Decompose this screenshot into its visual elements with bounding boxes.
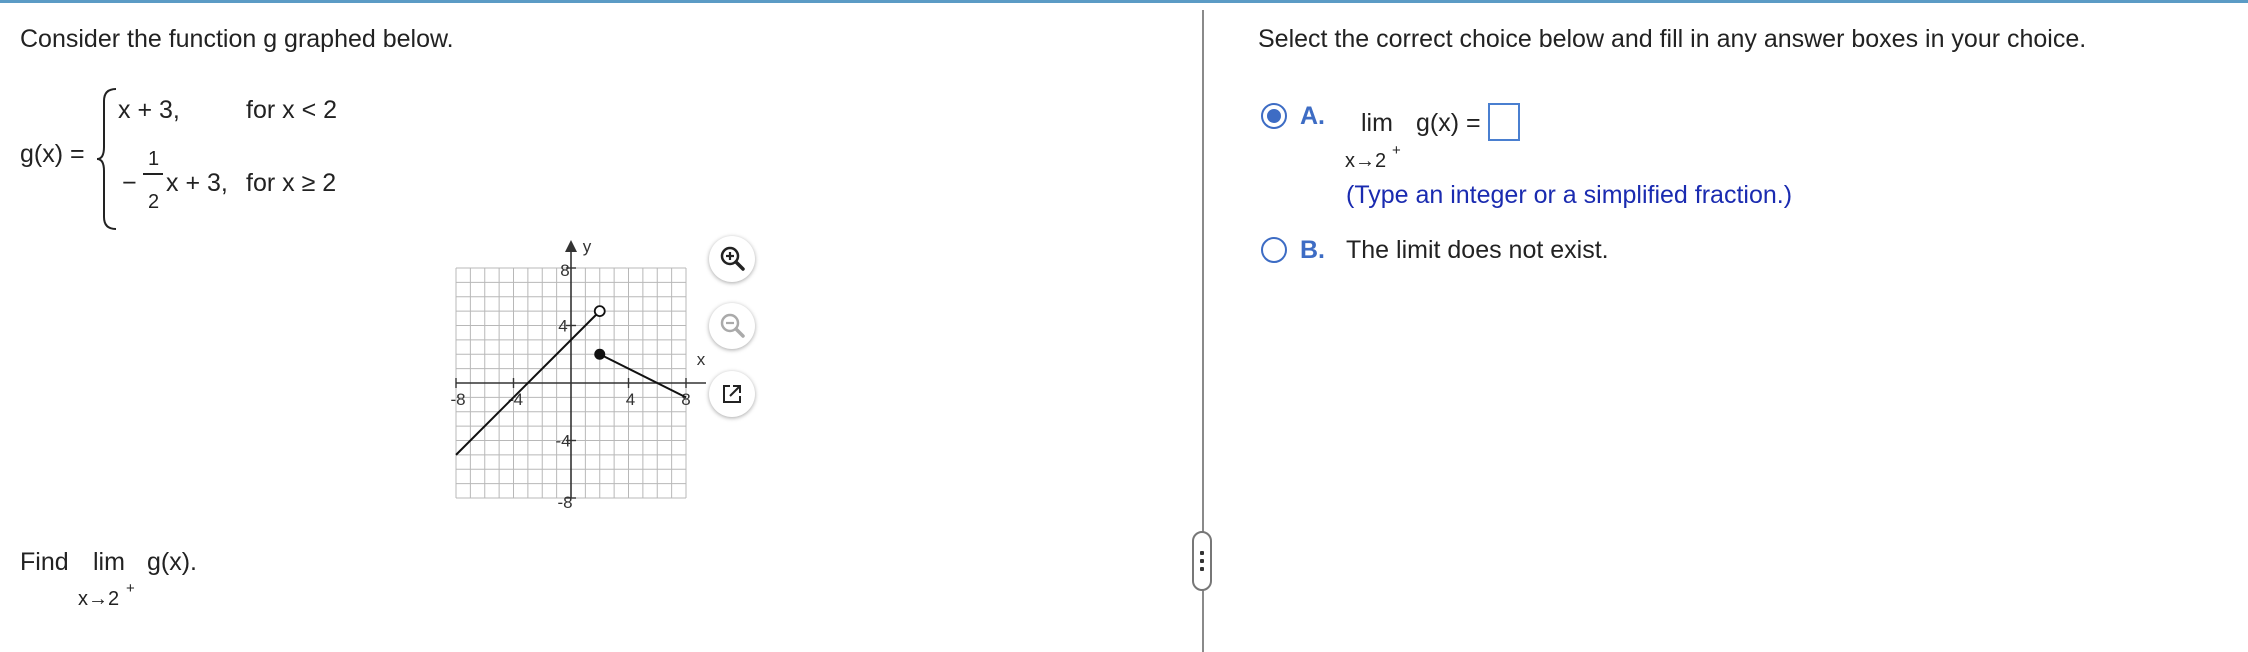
popout-icon	[723, 385, 741, 403]
y-tick-label: 8	[560, 261, 569, 280]
piece2-expression: x + 3,	[166, 169, 228, 197]
piece2-numerator: 1	[148, 148, 160, 170]
instruction-text: Select the correct choice below and fill…	[1258, 25, 2087, 53]
function-graph: -8 -4 4 884-4-8yx	[450, 237, 706, 512]
question-prompt: Consider the function g graphed below.	[20, 25, 454, 53]
piece2-minus: −	[122, 169, 137, 197]
zoom-out-button[interactable]	[709, 303, 755, 349]
piece1-condition: for x < 2	[246, 96, 338, 124]
question-panel: Consider the function g graphed below. g…	[0, 3, 1200, 652]
option-a-superscript: +	[1392, 142, 1401, 159]
piece2-denominator: 2	[148, 191, 160, 213]
x-tick-label: 8	[681, 390, 690, 409]
answer-format-hint: (Type an integer or a simplified fractio…	[1346, 181, 1793, 209]
answer-panel: Select the correct choice below and fill…	[1206, 3, 2248, 652]
x-tick-label: 4	[626, 390, 635, 409]
piece1-expression: x + 3,	[118, 96, 180, 124]
option-a-subscript: x→2	[1345, 150, 1387, 172]
y-tick-label: -4	[555, 432, 570, 451]
open-endpoint	[593, 305, 606, 318]
option-b-letter: B.	[1300, 236, 1325, 264]
piecewise-brace	[96, 88, 117, 230]
zoom-out-icon	[720, 313, 745, 338]
find-function: g(x).	[147, 548, 197, 576]
piece2-fraction-bar	[143, 173, 163, 175]
y-tick-label: 4	[558, 317, 567, 336]
find-superscript: +	[126, 580, 135, 597]
option-b-text: The limit does not exist.	[1346, 236, 1609, 264]
piece2-condition: for x ≥ 2	[246, 169, 337, 197]
x-axis-label: x	[697, 350, 706, 369]
function-name: g(x) =	[20, 140, 85, 168]
x-tick-label: -8	[450, 390, 465, 409]
limit-answer-input[interactable]	[1488, 103, 1520, 141]
option-a-function: g(x) =	[1416, 109, 1481, 137]
option-a-radio[interactable]	[1261, 103, 1287, 129]
zoom-in-button[interactable]	[709, 236, 755, 282]
option-a-letter: A.	[1300, 102, 1325, 130]
zoom-in-icon	[720, 246, 745, 271]
find-subscript: x→2	[78, 588, 120, 610]
closed-endpoint	[594, 348, 606, 360]
y-axis-arrow	[565, 240, 577, 252]
option-a-lim: lim	[1361, 109, 1393, 137]
option-b-radio[interactable]	[1261, 237, 1287, 263]
y-axis-label: y	[583, 237, 592, 256]
find-lim: lim	[93, 548, 125, 576]
popout-button[interactable]	[709, 371, 755, 417]
y-tick-label: -8	[557, 493, 572, 512]
find-label: Find	[20, 548, 69, 576]
